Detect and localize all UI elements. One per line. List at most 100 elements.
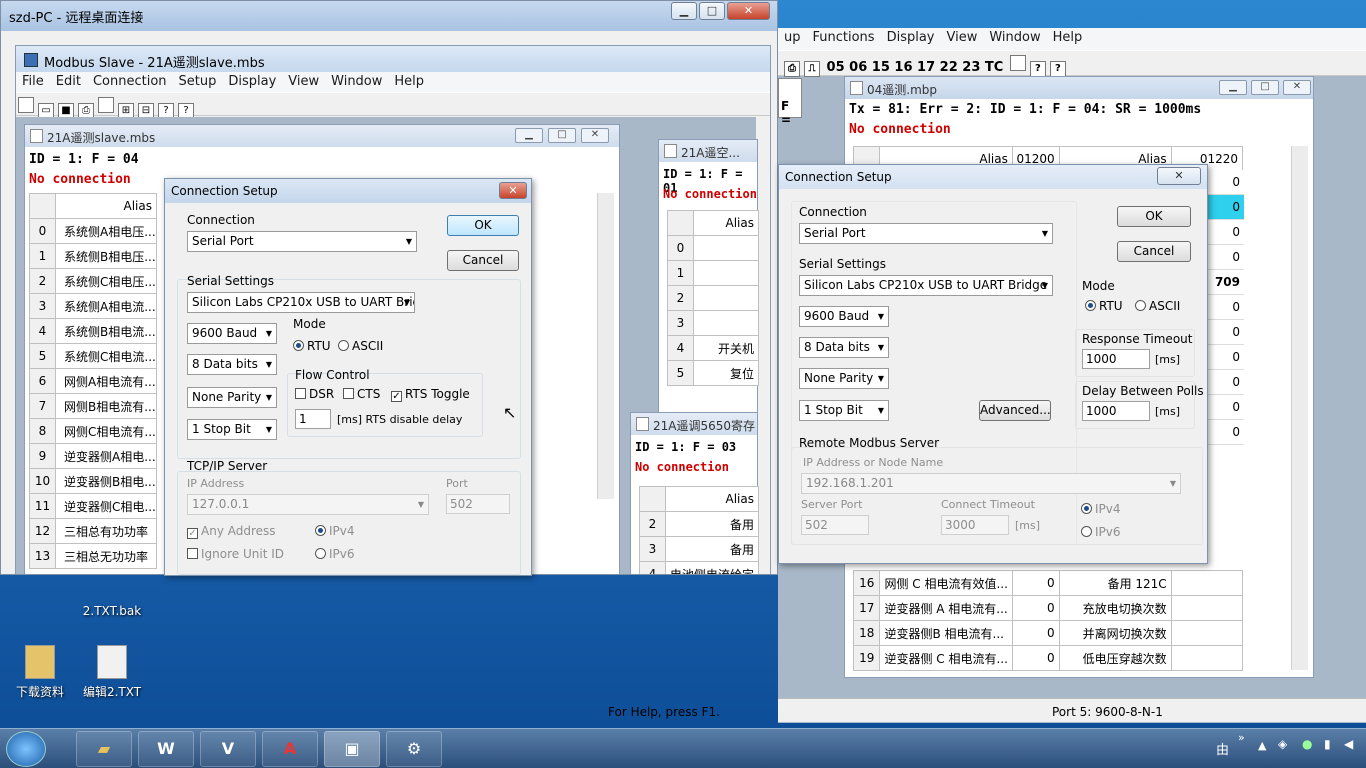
table-row[interactable]: 4 开关机 — [667, 335, 759, 361]
alias-cell[interactable]: 系统侧A相电流... — [55, 293, 157, 319]
alias-cell[interactable]: 备用 — [665, 536, 759, 562]
start-button[interactable] — [6, 731, 46, 767]
port-input[interactable]: 502 — [446, 494, 510, 514]
baud-select[interactable]: 9600 Baud — [187, 323, 277, 344]
alias-cell[interactable]: 系统侧C相电流... — [55, 343, 157, 369]
vertical-scrollbar[interactable] — [1291, 146, 1308, 670]
value-cell[interactable]: 0 — [1011, 620, 1060, 646]
value-cell[interactable]: 0 — [1011, 645, 1060, 671]
register-table[interactable]: Alias 2 备用 3 备用 4 电池侧电流给定 — [639, 486, 759, 574]
wechat-icon[interactable]: ● — [1302, 737, 1312, 751]
table-row[interactable]: 3 备用 — [639, 536, 759, 562]
stopbit-select[interactable]: 1 Stop Bit — [799, 400, 889, 421]
cts-checkbox[interactable]: CTS — [343, 387, 380, 401]
tc-button[interactable]: TC — [985, 60, 1003, 75]
pdf-taskbar-icon[interactable]: A — [262, 731, 318, 767]
alias-cell[interactable]: 备用 — [665, 511, 759, 537]
desktop-icon-downloads[interactable]: 下载资料 — [0, 645, 80, 700]
alias-cell[interactable]: 备用 121C — [1058, 570, 1172, 596]
alias-cell[interactable]: 网侧C相电流有... — [55, 418, 157, 444]
menu-edit[interactable]: Edit — [50, 72, 87, 91]
traffic-icon[interactable] — [1009, 55, 1026, 71]
table-row[interactable]: 11 逆变器侧C相电... — [29, 493, 157, 519]
menu-help[interactable]: Help — [1047, 28, 1089, 47]
alias-cell[interactable] — [693, 235, 759, 261]
alias-cell[interactable]: 复位 — [693, 360, 759, 386]
shield-icon[interactable]: ◈ — [1278, 737, 1287, 751]
table-row[interactable]: 0 系统侧A相电压... — [29, 218, 157, 244]
volume-icon[interactable]: ◀ — [1344, 737, 1353, 751]
connection-select[interactable]: Serial Port — [799, 223, 1053, 244]
maximize-button[interactable]: □ — [699, 2, 725, 20]
table-row[interactable]: 2 系统侧C相电压... — [29, 268, 157, 294]
alias-cell[interactable]: 系统侧A相电压... — [55, 218, 157, 244]
response-timeout-input[interactable]: 1000 — [1082, 349, 1150, 369]
databits-select[interactable]: 8 Data bits — [187, 354, 277, 375]
register-table[interactable]: Alias 0 系统侧A相电压... 1 系统侧B相电压... 2 系统侧C相电压... 3… — [29, 193, 157, 569]
table-row[interactable]: 16 网侧 C 相电流有效值... 0 备用 121C — [852, 570, 1244, 596]
menu-file[interactable]: File — [16, 72, 50, 91]
alias-cell[interactable] — [693, 310, 759, 336]
parity-select[interactable]: None Parity — [799, 368, 889, 389]
table-row[interactable]: 7 网侧B相电流有... — [29, 393, 157, 419]
value-cell[interactable] — [1170, 620, 1244, 646]
table-row[interactable]: 13 三相总无功功率 — [29, 543, 157, 569]
value-cell[interactable] — [1170, 595, 1244, 621]
menu-functions[interactable]: Functions — [807, 28, 881, 47]
menu-view[interactable]: View — [941, 28, 984, 47]
register-table[interactable]: Alias 0 1 2 3 4 开关机 5 复位 — [667, 210, 759, 386]
remote-desktop-taskbar-icon[interactable]: ▣ — [324, 731, 380, 767]
vertical-scrollbar[interactable] — [597, 193, 614, 499]
table-row[interactable]: 1 系统侧B相电压... — [29, 243, 157, 269]
ok-button[interactable]: OK — [1117, 206, 1191, 227]
minimize-button[interactable]: ▁ — [671, 2, 697, 20]
explorer-taskbar-icon[interactable]: ▰ — [76, 731, 132, 767]
rts-delay-input[interactable]: 1 — [295, 409, 331, 429]
port-select[interactable]: Silicon Labs CP210x USB to UART Bridge — [187, 292, 415, 313]
child-maximize-button[interactable]: □ — [548, 128, 576, 143]
alias-cell[interactable]: 逆变器侧B 相电流有... — [879, 620, 1013, 646]
ip-select[interactable]: 192.168.1.201 — [801, 473, 1181, 494]
alias-cell[interactable]: 系统侧B相电压... — [55, 243, 157, 269]
rts-toggle-checkbox[interactable]: ✓ RTS Toggle — [391, 387, 470, 402]
dialog-close-button[interactable]: ✕ — [499, 182, 527, 199]
menu-setup[interactable]: Setup — [173, 72, 223, 91]
databits-select[interactable]: 8 Data bits — [799, 337, 889, 358]
value-cell[interactable] — [1170, 570, 1244, 596]
menu-window[interactable]: Window — [325, 72, 388, 91]
alias-cell[interactable]: 网侧 C 相电流有效值... — [879, 570, 1013, 596]
server-port-input[interactable]: 502 — [801, 515, 869, 535]
cancel-button[interactable]: Cancel — [1117, 241, 1191, 262]
ascii-radio[interactable]: ASCII — [338, 339, 383, 353]
port-select[interactable]: Silicon Labs CP210x USB to UART Bridge (… — [799, 275, 1053, 296]
desktop-icon-txt[interactable]: 编辑2.TXT — [72, 645, 152, 700]
child-close-button[interactable]: ✕ — [1283, 80, 1311, 95]
connection-select[interactable]: Serial Port — [187, 231, 417, 252]
alias-cell[interactable]: 充放电切换次数 — [1058, 595, 1172, 621]
rtu-radio[interactable]: RTU — [1085, 299, 1123, 313]
fc05-button[interactable]: 05 — [827, 60, 845, 75]
dsr-checkbox[interactable]: DSR — [295, 387, 334, 401]
window-icon[interactable] — [98, 97, 114, 113]
fc06-button[interactable]: 06 — [849, 60, 867, 75]
table-row[interactable]: 3 — [667, 310, 759, 336]
modbus-taskbar-icon[interactable]: ⚙ — [386, 731, 442, 767]
table-row[interactable]: 9 逆变器侧A相电... — [29, 443, 157, 469]
menu-setup[interactable]: up — [778, 28, 807, 47]
child-close-button[interactable]: ✕ — [581, 128, 609, 143]
alias-cell[interactable] — [693, 285, 759, 311]
baud-select[interactable]: 9600 Baud — [799, 306, 889, 327]
menu-help[interactable]: Help — [388, 72, 430, 91]
menu-display[interactable]: Display — [222, 72, 282, 91]
value-cell[interactable] — [1170, 645, 1244, 671]
close-button[interactable]: ✕ — [727, 2, 770, 20]
poll-register-table[interactable]: 16 网侧 C 相电流有效值... 0 备用 121C 17 逆变器侧 A 相电流有...… — [852, 570, 1244, 671]
ipv4-radio[interactable]: IPv4 — [315, 524, 355, 538]
table-row[interactable]: 10 逆变器侧B相电... — [29, 468, 157, 494]
ascii-radio[interactable]: ASCII — [1135, 299, 1180, 313]
alias-cell[interactable]: 逆变器侧A相电... — [55, 443, 157, 469]
menu-display[interactable]: Display — [881, 28, 941, 47]
alias-cell[interactable]: 网侧B相电流有... — [55, 393, 157, 419]
menu-connection[interactable]: Connection — [87, 72, 173, 91]
alias-cell[interactable] — [693, 260, 759, 286]
